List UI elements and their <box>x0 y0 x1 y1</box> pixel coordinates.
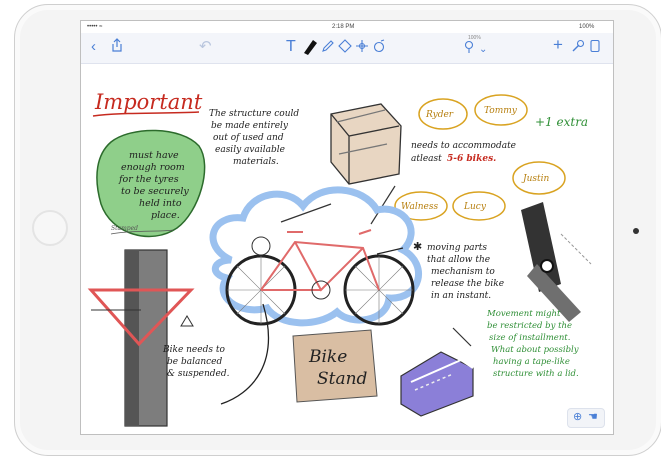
carrier-signal: ••••• ≈ <box>87 24 103 30</box>
green-note-line: held into <box>139 198 182 209</box>
toolbar: ‹ ↶ T 100% ⌄ + <box>81 33 613 64</box>
moving-parts-line: mechanism to <box>431 267 495 277</box>
pages-icon[interactable] <box>589 39 601 58</box>
back-chevron-icon[interactable]: ‹ <box>91 38 96 56</box>
eraser-icon[interactable] <box>338 39 352 58</box>
undo-icon[interactable]: ↶ <box>199 38 212 56</box>
green-note-line: for the tyres <box>118 174 179 185</box>
name-label: Tommy <box>484 106 518 116</box>
status-time: 2:18 PM <box>332 24 355 30</box>
name-label: Justin <box>521 174 550 184</box>
important-heading: Important <box>94 90 203 114</box>
green-note-line: enough room <box>121 162 185 173</box>
structure-note-line: The structure could <box>209 109 299 119</box>
share-icon[interactable] <box>111 38 123 57</box>
asterisk-mark: ✱ <box>413 241 422 253</box>
green-note-line: to be securely <box>121 186 189 197</box>
movement-note-line: be restricted by the <box>487 321 572 331</box>
capacity-note: needs to accommodate atleast 5-6 bikes. <box>411 141 516 164</box>
bike-stand-line: Bike <box>308 347 347 367</box>
capacity-note-line: needs to accommodate <box>411 141 516 151</box>
balance-note-line: & suspended. <box>167 369 230 379</box>
signature: Stamped <box>111 225 138 232</box>
capsule-sketch <box>400 351 474 417</box>
green-note-line: must have <box>129 150 179 161</box>
name-label: Walness <box>401 202 438 212</box>
camera-dot <box>633 228 639 234</box>
moving-parts-line: in an instant. <box>431 291 491 301</box>
pen-style-icon[interactable] <box>463 40 475 59</box>
frame-sketch <box>330 103 402 185</box>
capacity-highlight: 5-6 bikes. <box>447 154 496 164</box>
balance-note: Bike needs to be balanced & suspended. <box>162 345 230 379</box>
bike-stand-card: Bike Stand <box>292 329 378 403</box>
pole-sketch: Stamped <box>87 225 195 427</box>
name-label: Ryder <box>425 110 454 120</box>
movement-note: Movement might be restricted by the size… <box>486 309 579 379</box>
capacity-note-line: atleast <box>411 154 442 164</box>
moving-parts-line: moving parts <box>427 243 487 253</box>
hand-tool-icon[interactable]: ☚ <box>588 410 598 423</box>
lasso-icon[interactable] <box>372 39 386 58</box>
text-tool-button[interactable]: T <box>286 38 296 56</box>
balance-note-line: Bike needs to <box>162 345 225 355</box>
drawing-canvas[interactable]: Important must have enough room for the … <box>81 64 613 434</box>
zoom-icon[interactable]: ⊕ <box>573 410 582 423</box>
structure-note-line: easily available <box>215 145 285 155</box>
hinge-sketch <box>521 202 592 322</box>
movement-note-line: having a tape-like <box>493 357 570 367</box>
shapes-icon[interactable] <box>355 39 369 58</box>
name-label: Lucy <box>463 202 487 212</box>
balance-note-line: be balanced <box>167 357 222 367</box>
pencil-icon[interactable] <box>321 39 335 58</box>
chevron-down-icon[interactable]: ⌄ <box>479 41 487 59</box>
zoom-controls: ⊕ ☚ <box>567 408 605 428</box>
app-screen: ••••• ≈ 2:18 PM 100% ‹ ↶ T 100% ⌄ + Impo… <box>80 20 614 435</box>
home-button[interactable] <box>32 210 68 246</box>
structure-note-line: be made entirely <box>211 121 289 131</box>
movement-note-line: What about possibly <box>491 345 579 355</box>
arrow-to-movement <box>452 327 472 347</box>
green-note-line: place. <box>151 210 180 221</box>
moving-parts-note: moving parts that allow the mechanism to… <box>427 243 504 301</box>
movement-note-line: size of installment. <box>489 333 570 343</box>
add-button[interactable]: + <box>553 36 563 54</box>
battery-level: 100% <box>579 24 595 30</box>
structure-note: The structure could be made entirely out… <box>209 109 299 167</box>
wrench-icon[interactable] <box>571 39 585 58</box>
bike-stand-line: Stand <box>317 369 368 389</box>
moving-parts-line: release the bike <box>431 279 504 289</box>
structure-note-line: materials. <box>233 157 279 167</box>
status-bar: ••••• ≈ 2:18 PM 100% <box>81 21 613 33</box>
moving-parts-line: that allow the <box>427 255 490 265</box>
extra-label: +1 extra <box>535 115 588 129</box>
structure-note-line: out of used and <box>213 133 284 143</box>
movement-note-line: structure with a lid. <box>493 369 579 379</box>
marker-icon[interactable] <box>301 36 319 61</box>
movement-note-line: Movement might <box>486 309 561 319</box>
